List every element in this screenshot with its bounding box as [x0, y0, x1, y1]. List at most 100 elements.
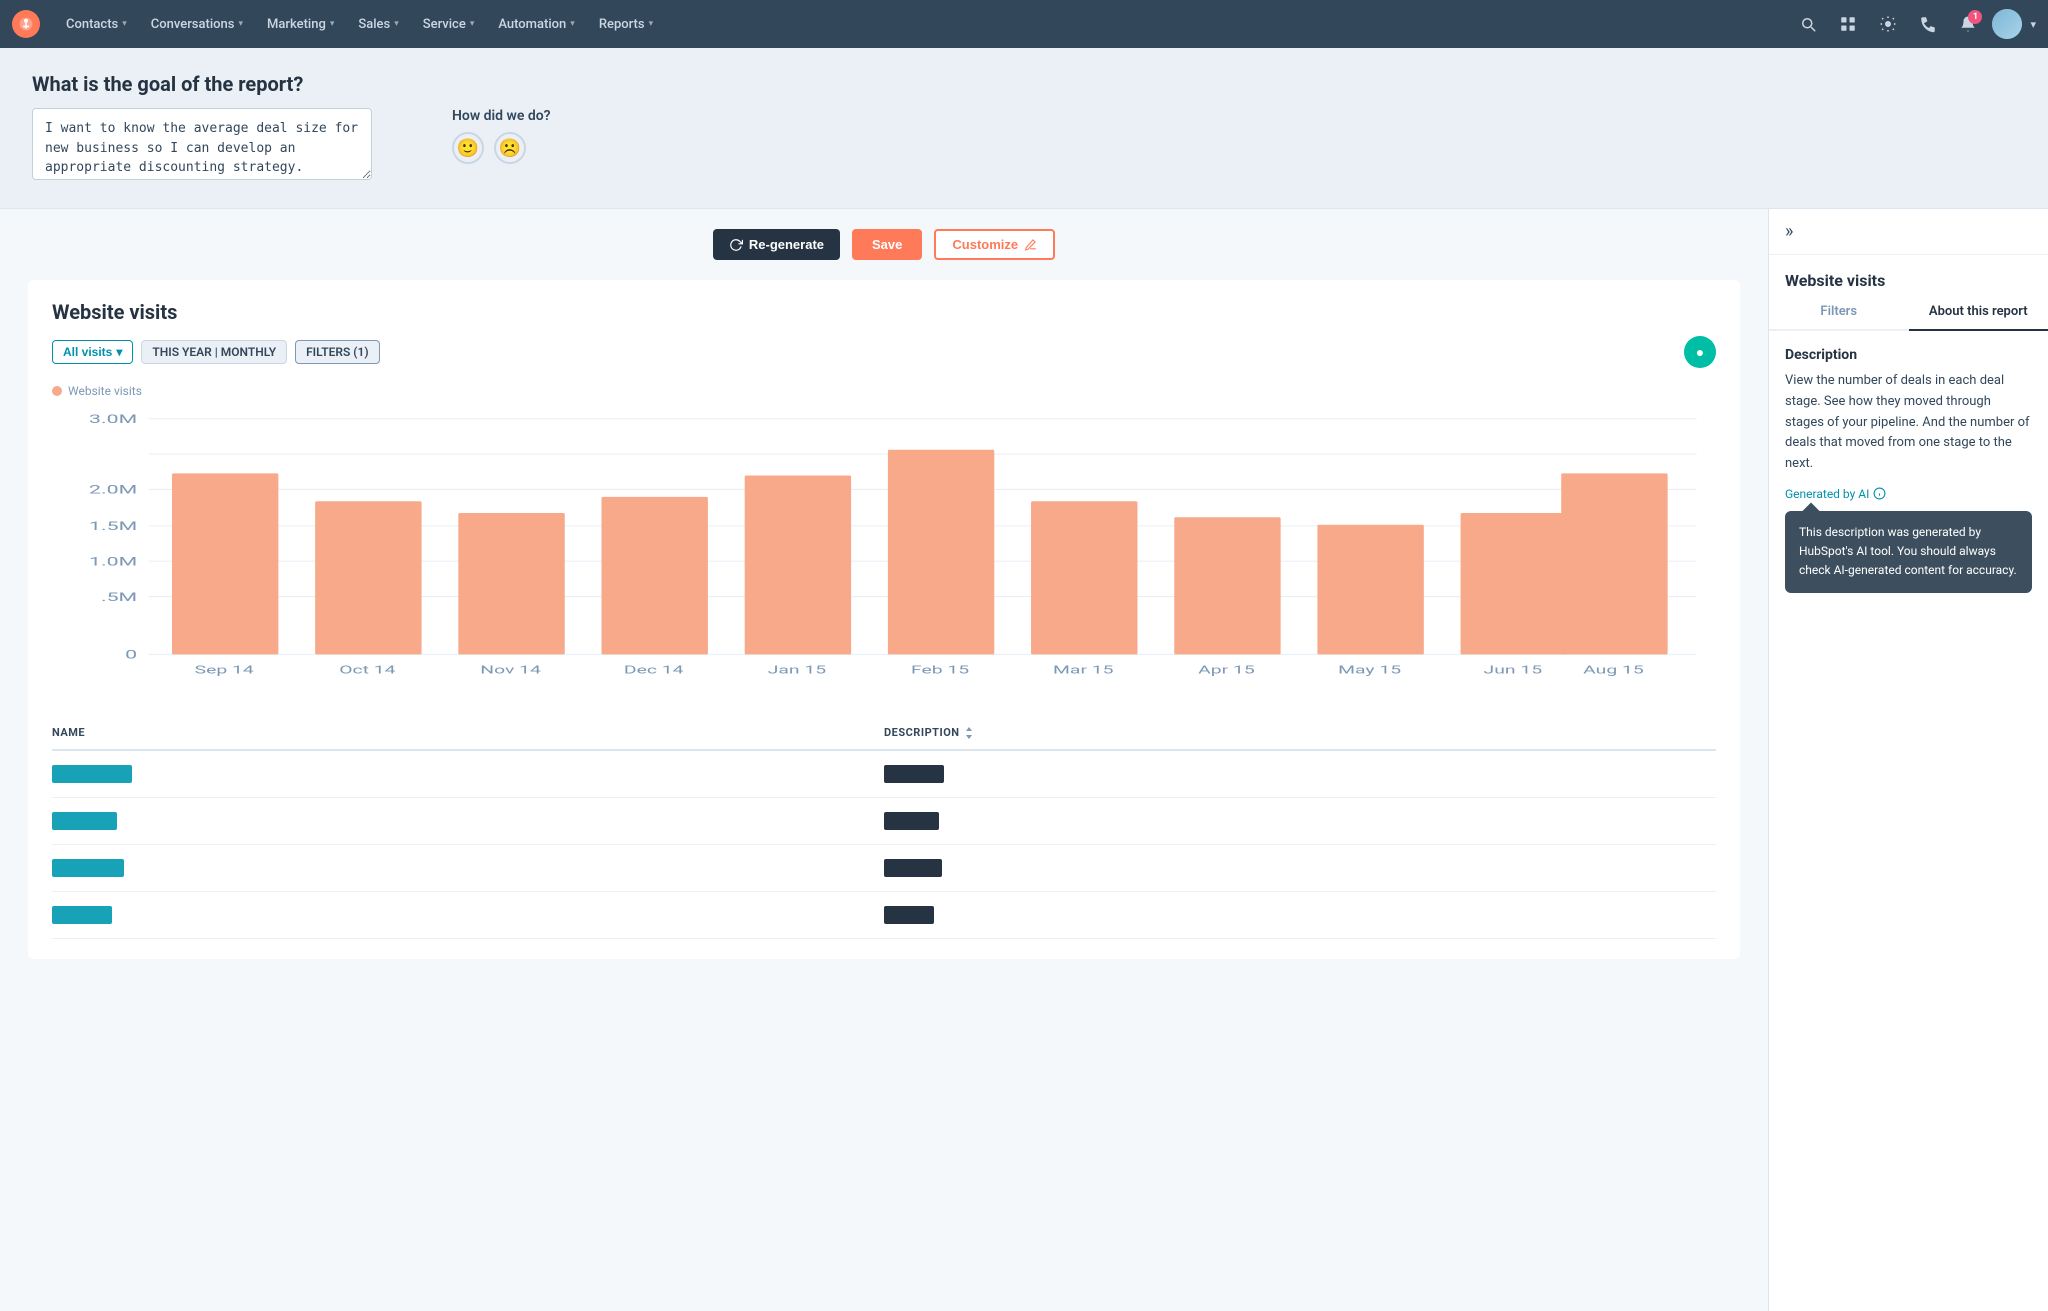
svg-text:1.5M: 1.5M	[89, 520, 137, 534]
happy-face-button[interactable]: 🙂	[452, 132, 484, 164]
bar-chart-svg: 3.0M 2.0M 1.5M 1.0M .5M 0 Sep 14 Oct 14	[52, 408, 1716, 708]
tab-filters[interactable]: Filters	[1769, 294, 1909, 331]
chevron-down-icon: ▾	[330, 19, 335, 29]
table-row	[52, 892, 1716, 939]
chevron-down-icon: ▾	[116, 345, 122, 359]
legend-dot	[52, 386, 62, 396]
goal-title: What is the goal of the report?	[32, 72, 2016, 96]
search-button[interactable]	[1792, 8, 1824, 40]
svg-text:Mar 15: Mar 15	[1053, 663, 1114, 676]
svg-text:Aug 15: Aug 15	[1583, 663, 1644, 676]
nav-reports[interactable]: Reports ▾	[589, 11, 663, 38]
legend-label: Website visits	[68, 384, 142, 398]
cell-desc	[884, 812, 1716, 830]
chevron-down-icon: ▾	[649, 19, 654, 29]
settings-button[interactable]	[1872, 8, 1904, 40]
chart-legend: Website visits	[52, 384, 1716, 398]
chevron-down-icon: ▾	[570, 19, 575, 29]
period-filter-tag: THIS YEAR | MONTHLY	[141, 340, 287, 364]
nav-conversations[interactable]: Conversations ▾	[141, 11, 253, 38]
goal-section: What is the goal of the report? I want t…	[0, 48, 2048, 209]
chevron-down-icon: ▾	[122, 19, 127, 29]
sidebar-content: Description View the number of deals in …	[1769, 347, 2048, 593]
cell-name	[52, 765, 884, 783]
navbar: Contacts ▾ Conversations ▾ Marketing ▾ S…	[0, 0, 2048, 48]
svg-text:.5M: .5M	[101, 591, 137, 605]
goal-textarea[interactable]: I want to know the average deal size for…	[32, 108, 372, 180]
notification-badge: 1	[1968, 10, 1982, 24]
svg-text:Oct 14: Oct 14	[339, 663, 396, 676]
svg-text:3.0M: 3.0M	[89, 413, 137, 427]
nav-automation[interactable]: Automation ▾	[488, 11, 584, 38]
cell-name	[52, 906, 884, 924]
cell-desc	[884, 765, 1716, 783]
chevron-down-icon: ▾	[394, 19, 399, 29]
svg-text:0: 0	[125, 648, 137, 662]
desc-bar	[884, 906, 934, 924]
avatar-chevron[interactable]: ▾	[2030, 18, 2036, 31]
phone-button[interactable]	[1912, 8, 1944, 40]
nav-right: 1 ▾	[1792, 8, 2036, 40]
user-avatar[interactable]	[1992, 9, 2022, 39]
chart-title: Website visits	[52, 300, 1716, 324]
name-bar	[52, 906, 112, 924]
nav-contacts[interactable]: Contacts ▾	[56, 11, 137, 38]
svg-text:Jan 15: Jan 15	[768, 663, 827, 676]
table-row	[52, 751, 1716, 798]
cell-desc	[884, 859, 1716, 877]
name-bar	[52, 765, 132, 783]
chart-container: Website visits All visits ▾ THIS YEAR | …	[28, 280, 1740, 959]
svg-text:2.0M: 2.0M	[89, 483, 137, 497]
apps-button[interactable]	[1832, 8, 1864, 40]
description-text: View the number of deals in each deal st…	[1785, 371, 2032, 475]
svg-text:May 15: May 15	[1338, 663, 1401, 676]
feedback-section: How did we do? 🙂 ☹️	[452, 108, 551, 164]
sidebar-collapse-button[interactable]: »	[1769, 209, 2048, 255]
info-icon	[1873, 487, 1886, 500]
svg-text:Apr 15: Apr 15	[1198, 663, 1255, 676]
all-visits-filter[interactable]: All visits ▾	[52, 340, 133, 364]
nav-service[interactable]: Service ▾	[413, 11, 485, 38]
chart-filters: All visits ▾ THIS YEAR | MONTHLY FILTERS…	[52, 336, 1716, 368]
table-header: NAME DESCRIPTION	[52, 716, 1716, 751]
desc-bar	[884, 765, 944, 783]
svg-text:Nov 14: Nov 14	[480, 663, 541, 676]
ai-generated-link[interactable]: Generated by AI	[1785, 487, 2032, 501]
sad-face-button[interactable]: ☹️	[494, 132, 526, 164]
nav-sales[interactable]: Sales ▾	[348, 11, 408, 38]
goal-row: I want to know the average deal size for…	[32, 108, 2016, 180]
svg-text:Sep 14: Sep 14	[195, 663, 254, 676]
svg-text:Feb 15: Feb 15	[911, 663, 969, 676]
customize-button[interactable]: Customize	[934, 229, 1055, 260]
feedback-icons: 🙂 ☹️	[452, 132, 551, 164]
col-desc-header[interactable]: DESCRIPTION	[884, 726, 1716, 739]
cell-name	[52, 812, 884, 830]
tab-about-report[interactable]: About this report	[1909, 294, 2048, 331]
bar-chart: 3.0M 2.0M 1.5M 1.0M .5M 0 Sep 14 Oct 14	[52, 408, 1716, 708]
page-container: What is the goal of the report? I want t…	[0, 48, 2048, 1311]
name-bar	[52, 812, 117, 830]
table-row	[52, 798, 1716, 845]
sidebar-tabs: Filters About this report	[1769, 294, 2048, 331]
report-main: Re-generate Save Customize Website visit…	[0, 209, 1768, 1311]
chevron-down-icon: ▾	[470, 19, 475, 29]
ai-tooltip: This description was generated by HubSpo…	[1785, 511, 2032, 593]
hubspot-logo[interactable]	[12, 10, 40, 38]
cell-name	[52, 859, 884, 877]
col-name-header: NAME	[52, 726, 884, 739]
filters-count-tag[interactable]: FILTERS (1)	[295, 340, 379, 364]
report-sidebar: » Website visits Filters About this repo…	[1768, 209, 2048, 1311]
notifications-button[interactable]: 1	[1952, 8, 1984, 40]
chevron-down-icon: ▾	[238, 19, 243, 29]
cell-desc	[884, 906, 1716, 924]
nav-marketing[interactable]: Marketing ▾	[257, 11, 344, 38]
save-button[interactable]: Save	[852, 229, 922, 260]
svg-text:Jun 15: Jun 15	[1484, 663, 1543, 676]
sort-icon	[964, 727, 974, 739]
regenerate-button[interactable]: Re-generate	[713, 229, 840, 260]
nav-items: Contacts ▾ Conversations ▾ Marketing ▾ S…	[56, 11, 1792, 38]
svg-text:1.0M: 1.0M	[89, 555, 137, 569]
feedback-label: How did we do?	[452, 108, 551, 124]
desc-bar	[884, 812, 939, 830]
chart-info-button[interactable]: ●	[1684, 336, 1716, 368]
